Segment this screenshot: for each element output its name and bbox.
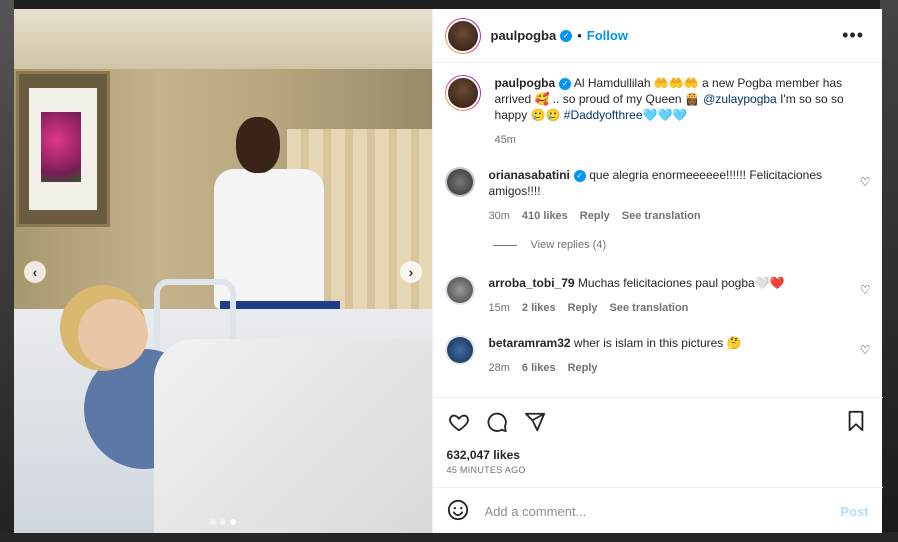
backdrop-top bbox=[0, 0, 898, 9]
comment-row: arroba_tobi_79 Muchas felicitaciones pau… bbox=[444, 275, 871, 316]
post-actions: 632,047 likes 45 MINUTES AGO bbox=[432, 397, 883, 488]
comment-likes[interactable]: 2 likes bbox=[522, 300, 556, 316]
verified-badge-icon: ✓ bbox=[560, 29, 573, 42]
comments-list[interactable]: paulpogba ✓ Al Hamdullilah 🤲🤲🤲 a new Pogb… bbox=[433, 63, 883, 396]
comment-bubble-icon[interactable] bbox=[485, 410, 509, 434]
view-replies-label[interactable]: View replies (4) bbox=[531, 239, 607, 251]
view-replies-button[interactable]: View replies (4) bbox=[492, 239, 607, 251]
verified-badge-icon: ✓ bbox=[559, 77, 572, 90]
heart-icon[interactable]: ♡ bbox=[860, 175, 871, 189]
author-avatar[interactable] bbox=[444, 17, 481, 54]
add-comment-bar: Post bbox=[432, 487, 883, 534]
comment-row: betaramram32 wher is islam in this pictu… bbox=[444, 335, 871, 376]
caption-avatar[interactable] bbox=[444, 75, 481, 111]
post-modal: ‹ › paulpogba ✓ • Follow ••• paulpogba ✓ … bbox=[14, 9, 883, 534]
emoji-smiley-icon[interactable] bbox=[447, 499, 471, 523]
post-header: paulpogba ✓ • Follow ••• bbox=[432, 9, 882, 63]
comment-text: wher is islam in this pictures 🤔 bbox=[573, 336, 742, 350]
carousel-dot bbox=[229, 519, 236, 525]
photo-blanket bbox=[154, 339, 432, 533]
separator-dot: • bbox=[577, 28, 582, 43]
photo-man-head bbox=[236, 117, 280, 173]
comment-username[interactable]: betaramram32 bbox=[489, 336, 571, 350]
backdrop-left bbox=[0, 0, 14, 542]
comment-avatar[interactable] bbox=[444, 275, 475, 305]
carousel-dots bbox=[14, 519, 432, 525]
reply-button[interactable]: Reply bbox=[580, 208, 610, 224]
post-photo[interactable]: ‹ › bbox=[14, 9, 432, 533]
photo-frame-art bbox=[16, 71, 110, 227]
replies-line bbox=[492, 244, 517, 246]
see-translation-button[interactable]: See translation bbox=[622, 208, 701, 224]
author-username[interactable]: paulpogba bbox=[491, 28, 557, 43]
like-heart-icon[interactable] bbox=[447, 410, 471, 434]
comment-username[interactable]: arroba_tobi_79 bbox=[489, 276, 575, 290]
post-time-ago: 45 MINUTES AGO bbox=[446, 465, 526, 475]
reply-button[interactable]: Reply bbox=[568, 300, 598, 316]
photo-woman-head bbox=[78, 299, 148, 369]
photo-ceiling bbox=[14, 9, 432, 69]
caption-username[interactable]: paulpogba bbox=[495, 76, 556, 90]
comment-avatar[interactable] bbox=[444, 335, 475, 365]
carousel-dot bbox=[209, 519, 216, 525]
comment-username[interactable]: orianasabatini bbox=[489, 168, 570, 182]
heart-icon[interactable]: ♡ bbox=[860, 283, 871, 297]
comment-likes[interactable]: 6 likes bbox=[522, 360, 556, 376]
share-paper-plane-icon[interactable] bbox=[523, 410, 547, 434]
comment-avatar[interactable] bbox=[444, 167, 475, 197]
verified-badge-icon: ✓ bbox=[573, 169, 586, 182]
comment-time: 15m bbox=[488, 302, 510, 314]
caption-hashtag[interactable]: #Daddyofthree bbox=[564, 108, 643, 122]
carousel-next-button[interactable]: › bbox=[400, 261, 422, 283]
caption: paulpogba ✓ Al Hamdullilah 🤲🤲🤲 a new Pogb… bbox=[444, 75, 871, 148]
carousel-prev-button[interactable]: ‹ bbox=[24, 261, 46, 283]
follow-button[interactable]: Follow bbox=[587, 28, 628, 43]
post-panel: paulpogba ✓ • Follow ••• paulpogba ✓ Al H… bbox=[431, 9, 883, 534]
caption-mention[interactable]: @zulaypogba bbox=[703, 92, 777, 106]
bookmark-icon[interactable] bbox=[845, 410, 869, 434]
comment-time: 28m bbox=[488, 362, 510, 374]
backdrop-right bbox=[880, 0, 898, 542]
add-comment-input[interactable] bbox=[482, 502, 827, 520]
comment-likes[interactable]: 410 likes bbox=[522, 208, 568, 224]
caption-time: 45m bbox=[494, 134, 516, 146]
likes-count[interactable]: 632,047 likes bbox=[447, 448, 520, 462]
reply-button[interactable]: Reply bbox=[568, 360, 598, 376]
comment-time: 30m bbox=[488, 210, 510, 222]
post-button[interactable]: Post bbox=[840, 504, 868, 519]
ellipsis-icon[interactable]: ••• bbox=[842, 25, 864, 46]
see-translation-button[interactable]: See translation bbox=[610, 300, 689, 316]
comment-row: orianasabatini ✓ que alegria enormeeeeee!… bbox=[444, 167, 871, 224]
heart-icon[interactable]: ♡ bbox=[860, 343, 871, 357]
comment-text: Muchas felicitaciones paul pogba🤍❤️ bbox=[577, 276, 785, 290]
caption-hearts: 🩵🩵🩵 bbox=[642, 108, 688, 122]
carousel-dot bbox=[219, 519, 226, 525]
